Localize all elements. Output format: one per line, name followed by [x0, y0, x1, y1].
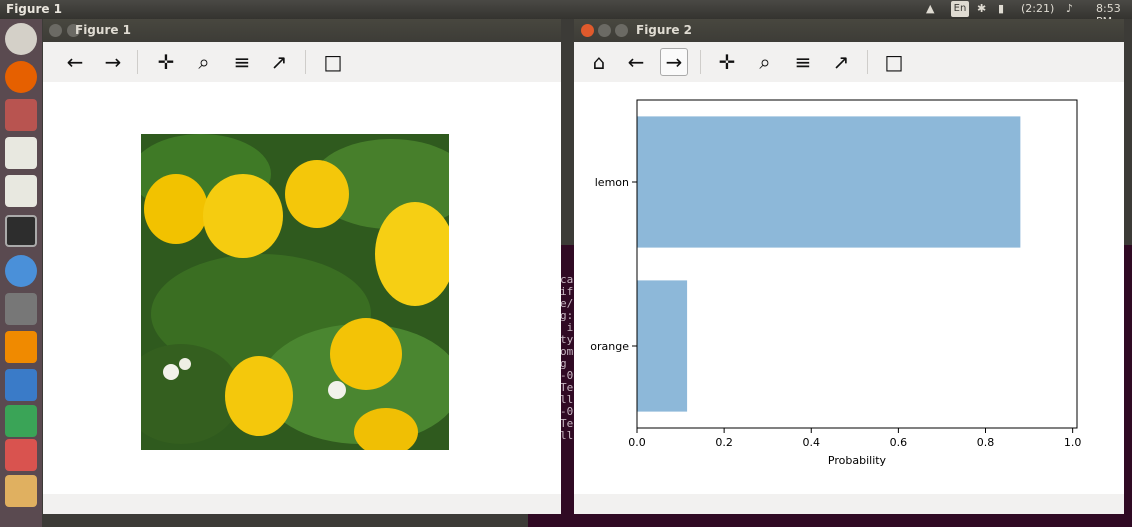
save-icon[interactable]: □ — [880, 48, 908, 76]
figure-1-window: Figure 1 ← → ✛ ⌕ ≡ ↗ □ — [43, 19, 561, 514]
probability-bar-chart: lemon orange 0.0 0.2 0.4 0.6 0.8 1.0 Probability — [590, 99, 1082, 467]
y-tick-label: orange — [590, 340, 629, 353]
figure-2-toolbar: ⌂ ← → ✛ ⌕ ≡ ↗ □ — [574, 42, 1124, 82]
document-viewer-icon[interactable] — [5, 369, 37, 401]
terminal-icon[interactable] — [5, 215, 37, 247]
terminal-line: ll — [560, 429, 574, 442]
spreadsheet-icon[interactable] — [5, 405, 37, 437]
close-button[interactable] — [581, 24, 594, 37]
figure-1-titlebar[interactable]: Figure 1 — [43, 19, 561, 42]
toolbar-separator — [867, 50, 868, 74]
figure-1-statusbar — [43, 494, 561, 514]
lemon-tree-photo — [141, 134, 449, 450]
x-tick-label: 1.0 — [1064, 436, 1082, 449]
text-editor-icon[interactable] — [5, 137, 37, 169]
bar-orange — [637, 280, 688, 412]
zoom-icon[interactable]: ⌕ — [190, 48, 218, 76]
figure-1-toolbar: ← → ✛ ⌕ ≡ ↗ □ — [43, 42, 561, 82]
system-monitor-icon[interactable] — [5, 293, 37, 325]
ubuntu-dash-icon[interactable] — [5, 23, 37, 55]
battery-time[interactable]: (2:21) — [1021, 2, 1054, 15]
x-tick-label: 0.4 — [803, 436, 821, 449]
top-panel-title: Figure 1 — [6, 2, 63, 16]
volume-icon[interactable]: ♪ — [1066, 2, 1073, 15]
x-tick-label: 0.6 — [890, 436, 908, 449]
x-tick-label: 0.0 — [628, 436, 646, 449]
vlc-icon[interactable] — [5, 331, 37, 363]
bar-lemon — [637, 116, 1021, 248]
toolbar-separator — [700, 50, 701, 74]
edit-axes-icon[interactable]: ↗ — [265, 48, 293, 76]
window-title: Figure 2 — [636, 23, 693, 37]
back-arrow-icon[interactable]: ← — [61, 48, 89, 76]
top-panel: Figure 1 ▲ En ✱ ▮ (2:21) ♪ 8:53 PM — [0, 0, 1132, 28]
battery-icon[interactable]: ▮ — [998, 2, 1004, 15]
home-icon[interactable]: ⌂ — [585, 48, 613, 76]
toolbar-separator — [137, 50, 138, 74]
wifi-icon[interactable]: ▲ — [926, 2, 934, 15]
save-icon[interactable]: □ — [319, 48, 347, 76]
firefox-icon[interactable] — [5, 61, 37, 93]
y-tick-label: lemon — [595, 176, 629, 189]
forward-arrow-icon[interactable]: → — [99, 48, 127, 76]
figure-2-titlebar[interactable]: Figure 2 — [574, 19, 1124, 42]
x-axis-label: Probability — [828, 454, 887, 467]
back-arrow-icon[interactable]: ← — [622, 48, 650, 76]
close-button[interactable] — [49, 24, 62, 37]
figure-2-window: Figure 2 ⌂ ← → ✛ ⌕ ≡ ↗ □ lemon orange 0.0 0… — [574, 19, 1124, 514]
maximize-button[interactable] — [615, 24, 628, 37]
configure-subplots-icon[interactable]: ≡ — [789, 48, 817, 76]
x-tick-label: 0.2 — [715, 436, 733, 449]
figure-2-statusbar — [574, 494, 1124, 514]
software-icon[interactable] — [5, 475, 37, 507]
configure-subplots-icon[interactable]: ≡ — [228, 48, 256, 76]
figure-1-canvas[interactable] — [43, 82, 561, 494]
pan-icon[interactable]: ✛ — [152, 48, 180, 76]
edit-axes-icon[interactable]: ↗ — [827, 48, 855, 76]
keyboard-layout-indicator[interactable]: En — [951, 1, 969, 17]
zoom-icon[interactable]: ⌕ — [751, 48, 779, 76]
pan-icon[interactable]: ✛ — [713, 48, 741, 76]
files-icon[interactable] — [5, 99, 37, 131]
launcher — [0, 19, 42, 527]
window-title: Figure 1 — [75, 23, 132, 37]
bluetooth-icon[interactable]: ✱ — [977, 2, 986, 15]
minimize-button[interactable] — [598, 24, 611, 37]
figure-2-canvas[interactable]: lemon orange 0.0 0.2 0.4 0.6 0.8 1.0 Probability — [574, 82, 1124, 494]
x-tick-label: 0.8 — [977, 436, 995, 449]
presentation-icon[interactable] — [5, 439, 37, 471]
toolbar-separator — [305, 50, 306, 74]
text-editor-icon[interactable] — [5, 175, 37, 207]
forward-arrow-icon[interactable]: → — [660, 48, 688, 76]
chromium-icon[interactable] — [5, 255, 37, 287]
